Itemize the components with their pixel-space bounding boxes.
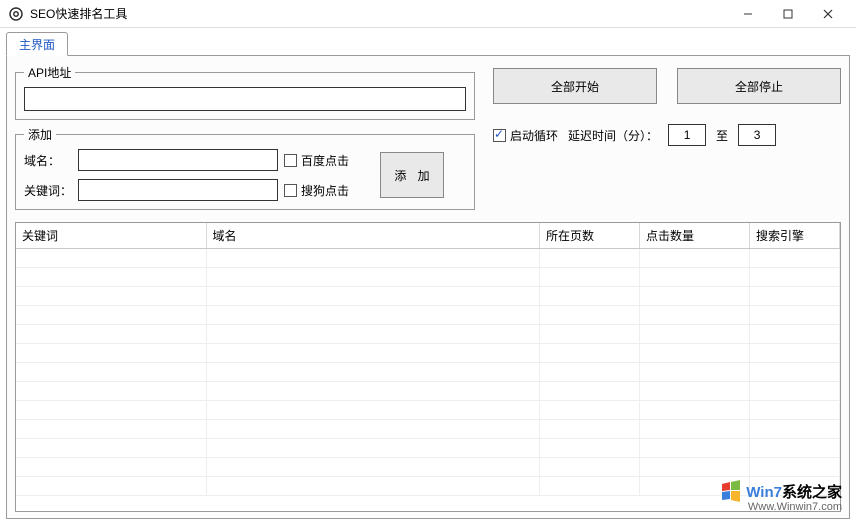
results-table-body [16, 249, 840, 496]
results-table: 关键词 域名 所在页数 点击数量 搜索引擎 [16, 223, 840, 496]
stop-all-button[interactable]: 全部停止 [677, 68, 841, 104]
keyword-label: 关键词： [24, 182, 72, 199]
close-button[interactable] [808, 3, 848, 25]
start-all-button[interactable]: 全部开始 [493, 68, 657, 104]
baidu-click-checkbox[interactable]: 百度点击 [284, 152, 374, 169]
table-row [16, 439, 840, 458]
table-row [16, 306, 840, 325]
maximize-button[interactable] [768, 3, 808, 25]
domain-label: 域名： [24, 152, 72, 169]
delay-label: 延迟时间（分）： [568, 127, 658, 144]
delay-to-input[interactable] [738, 124, 776, 146]
loop-checkbox[interactable]: 启动循环 [493, 127, 558, 144]
table-row [16, 268, 840, 287]
table-row [16, 287, 840, 306]
keyword-input[interactable] [78, 179, 278, 201]
table-row [16, 344, 840, 363]
table-row [16, 401, 840, 420]
table-row [16, 249, 840, 268]
results-table-wrap: 关键词 域名 所在页数 点击数量 搜索引擎 [15, 222, 841, 512]
col-clicks[interactable]: 点击数量 [640, 223, 750, 249]
add-fieldset: 添加 域名： 百度点击 添 加 关键词： [15, 126, 475, 210]
window-title: SEO快速排名工具 [30, 5, 127, 22]
add-button[interactable]: 添 加 [380, 152, 444, 198]
col-engine[interactable]: 搜索引擎 [750, 223, 840, 249]
api-url-input[interactable] [24, 87, 466, 111]
table-row [16, 477, 840, 496]
api-legend: API地址 [24, 64, 75, 81]
tab-body: API地址 添加 域名： 百度点击 添 加 [6, 56, 850, 519]
add-legend: 添加 [24, 126, 56, 143]
to-label: 至 [716, 127, 728, 144]
tab-main[interactable]: 主界面 [6, 32, 68, 56]
col-keyword[interactable]: 关键词 [16, 223, 206, 249]
checkbox-icon [493, 129, 506, 142]
checkbox-icon [284, 184, 297, 197]
app-icon [8, 6, 24, 22]
minimize-button[interactable] [728, 3, 768, 25]
table-row [16, 420, 840, 439]
table-row [16, 325, 840, 344]
baidu-click-label: 百度点击 [301, 152, 349, 169]
titlebar: SEO快速排名工具 [0, 0, 856, 28]
col-page[interactable]: 所在页数 [540, 223, 640, 249]
domain-input[interactable] [78, 149, 278, 171]
table-row [16, 458, 840, 477]
loop-label: 启动循环 [510, 127, 558, 144]
tabstrip: 主界面 [6, 32, 850, 56]
api-fieldset: API地址 [15, 64, 475, 120]
table-row [16, 382, 840, 401]
delay-from-input[interactable] [668, 124, 706, 146]
sogou-click-label: 搜狗点击 [301, 182, 349, 199]
table-row [16, 363, 840, 382]
checkbox-icon [284, 154, 297, 167]
col-domain[interactable]: 域名 [206, 223, 540, 249]
sogou-click-checkbox[interactable]: 搜狗点击 [284, 182, 374, 199]
